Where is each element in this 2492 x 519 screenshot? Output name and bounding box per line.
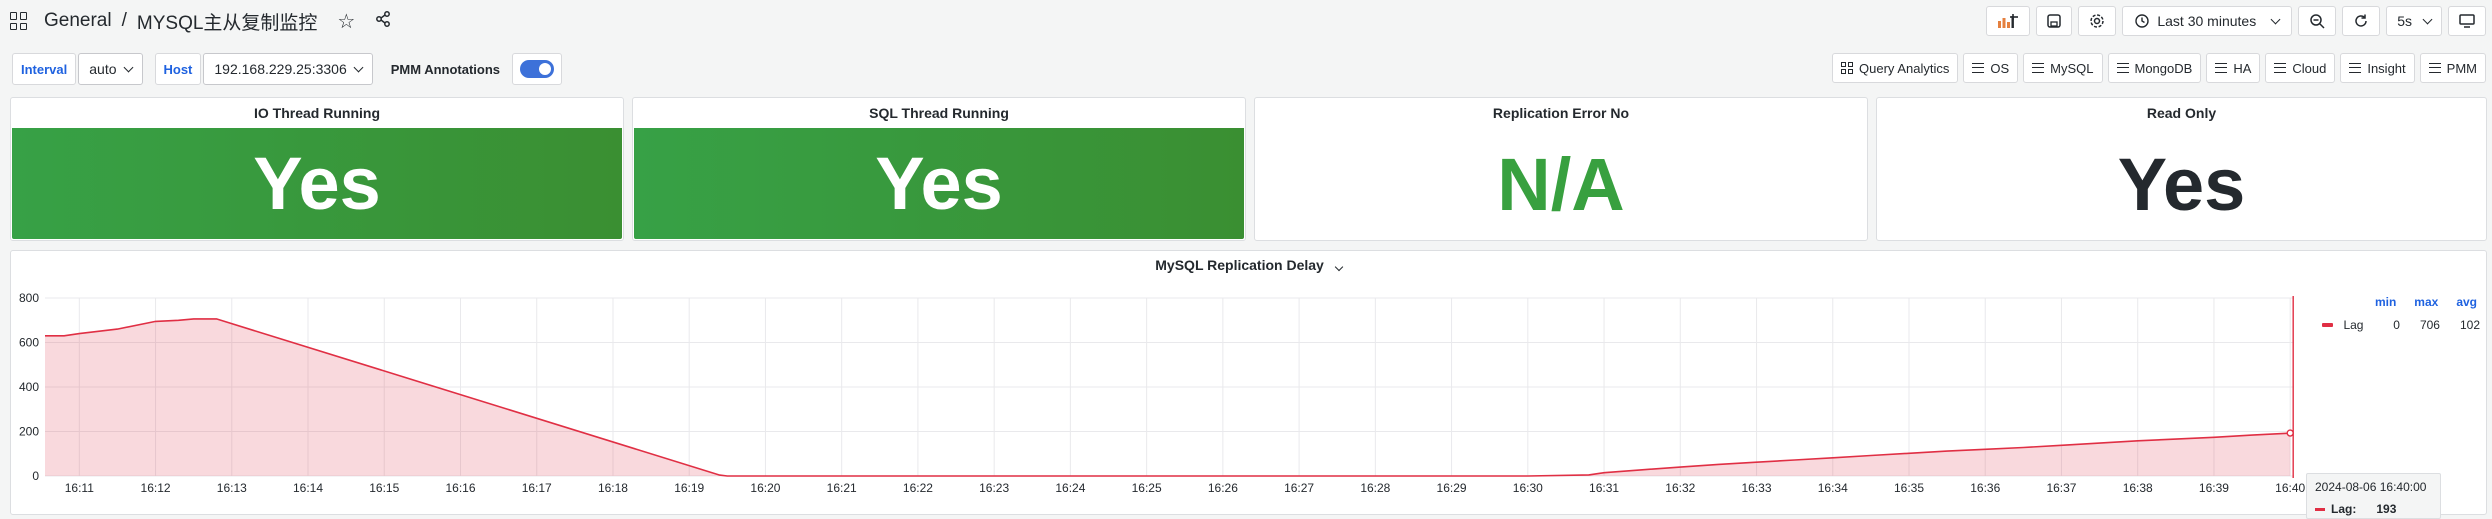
tooltip-label: Lag: (2331, 502, 2357, 516)
x-tick-label: 16:11 (65, 481, 94, 495)
legend-max: 706 (2419, 318, 2440, 332)
y-tick-label: 600 (19, 336, 39, 350)
lag-point (1146, 475, 1147, 476)
graph-tooltip: 2024-08-06 16:40:00 Lag: 193 (2306, 473, 2441, 519)
lag-point (1642, 469, 1643, 470)
x-tick-label: 16:38 (2123, 481, 2153, 495)
x-tick-label: 16:23 (979, 481, 1009, 495)
x-tick-label: 16:27 (1284, 481, 1314, 495)
x-tick-label: 16:40 (2275, 481, 2305, 495)
lag-point (2023, 447, 2024, 448)
lag-point (1222, 475, 1223, 476)
x-axis: 16:11 16:12 16:13 16:14 16:15 16:16 16:17 16:18… (65, 481, 2306, 495)
x-tick-label: 16:26 (1208, 481, 1238, 495)
x-tick-label: 16:39 (2199, 481, 2229, 495)
tooltip-value: 193 (2376, 502, 2397, 516)
legend-values: 0 706 102 (2386, 318, 2480, 332)
lag-point (994, 475, 995, 476)
lag-point (1947, 450, 1948, 451)
legend-row-lag[interactable]: Lag 0 706 102 (2310, 318, 2480, 332)
y-tick-label: 400 (19, 380, 39, 394)
lag-point (1832, 457, 1833, 458)
y-tick-label: 200 (19, 425, 39, 439)
lag-point (1603, 472, 1604, 473)
lag-point (1985, 449, 1986, 450)
lag-point (841, 475, 842, 476)
x-tick-label: 16:14 (293, 481, 323, 495)
lag-point (1908, 453, 1909, 454)
legend-swatch (2322, 323, 2334, 327)
x-tick-label: 16:28 (1360, 481, 1390, 495)
lag-point (1070, 475, 1071, 476)
x-tick-label: 16:36 (1970, 481, 2000, 495)
legend-avg: 102 (2459, 318, 2480, 332)
x-tick-label: 16:30 (1513, 481, 1543, 495)
legend-max-header[interactable]: max (2414, 295, 2438, 309)
lag-point (2251, 434, 2252, 435)
lag-point (719, 475, 720, 476)
legend-min-header[interactable]: min (2375, 295, 2396, 309)
y-tick-label: 800 (19, 291, 39, 305)
legend-header: min max avg (2310, 295, 2480, 309)
lag-point (1794, 459, 1795, 460)
lag-point (1527, 475, 1528, 476)
lag-point (1870, 455, 1871, 456)
tooltip-swatch (2315, 507, 2325, 511)
lag-point (1756, 462, 1757, 463)
lag-point (2099, 442, 2100, 443)
y-axis: 0 200 400 600 800 (19, 291, 39, 483)
lag-point (193, 318, 194, 319)
lag-point (1375, 475, 1376, 476)
x-tick-label: 16:34 (1818, 481, 1848, 495)
x-tick-label: 16:12 (141, 481, 171, 495)
x-tick-label: 16:32 (1665, 481, 1695, 495)
lag-point (917, 475, 918, 476)
x-tick-label: 16:33 (1742, 481, 1772, 495)
lag-point (2061, 445, 2062, 446)
x-tick-label: 16:19 (674, 481, 704, 495)
lag-point (178, 320, 179, 321)
lag-point (63, 335, 64, 336)
lag-point (117, 329, 118, 330)
x-tick-label: 16:17 (522, 481, 552, 495)
replication-delay-chart[interactable]: 0200400600800 16:11 16:12 16:13 16:14 16:15 1… (0, 0, 2492, 519)
legend-min: 0 (2393, 318, 2400, 332)
x-tick-label: 16:18 (598, 481, 628, 495)
lag-point (1299, 475, 1300, 476)
x-tick-label: 16:21 (827, 481, 857, 495)
lag-point (1451, 475, 1452, 476)
lag-point (1588, 474, 1589, 475)
y-tick-label: 0 (32, 469, 39, 483)
legend-avg-header[interactable]: avg (2456, 295, 2477, 309)
x-tick-label: 16:15 (369, 481, 399, 495)
lag-point (765, 475, 766, 476)
x-tick-label: 16:22 (903, 481, 933, 495)
x-tick-label: 16:24 (1055, 481, 1085, 495)
lag-point (79, 333, 80, 334)
x-tick-label: 16:29 (1437, 481, 1467, 495)
x-tick-label: 16:37 (2046, 481, 2076, 495)
lag-point (1680, 467, 1681, 468)
tooltip-row: Lag: 193 (2315, 502, 2432, 516)
lag-point (2175, 438, 2176, 439)
x-tick-label: 16:35 (1894, 481, 1924, 495)
x-tick-label: 16:25 (1132, 481, 1162, 495)
tooltip-time: 2024-08-06 16:40:00 (2315, 480, 2427, 494)
lag-point (155, 321, 156, 322)
x-tick-label: 16:13 (217, 481, 247, 495)
legend-series-name: Lag (2343, 318, 2364, 332)
lag-point (1718, 464, 1719, 465)
lag-point (2290, 432, 2291, 433)
x-tick-label: 16:16 (445, 481, 475, 495)
lag-point (44, 335, 45, 336)
lag-point (2213, 437, 2214, 438)
lag-point (216, 318, 217, 319)
x-tick-label: 16:20 (750, 481, 780, 495)
lag-point (727, 475, 728, 476)
graph-legend: min max avg Lag 0 706 102 (2310, 295, 2480, 332)
x-tick-label: 16:31 (1589, 481, 1619, 495)
lag-point (2137, 440, 2138, 441)
